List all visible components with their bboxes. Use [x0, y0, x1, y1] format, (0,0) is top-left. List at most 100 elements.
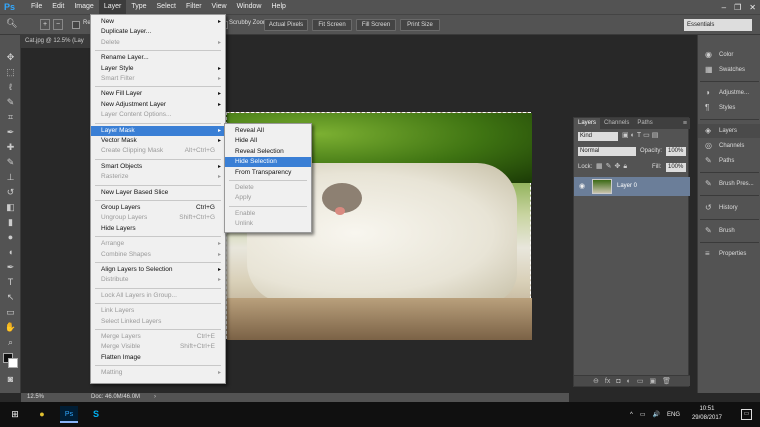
menu-layer[interactable]: Layer: [98, 0, 127, 14]
pen-tool-icon[interactable]: ✒: [4, 261, 17, 273]
background-color-swatch[interactable]: [8, 358, 18, 368]
layer-name[interactable]: Layer 0: [617, 177, 637, 196]
tab-channels[interactable]: Channels: [600, 118, 633, 129]
opacity-input[interactable]: 100%: [666, 147, 686, 156]
add-mask-icon[interactable]: ◘: [616, 376, 620, 386]
zoom-tool-side-icon[interactable]: ⌕: [4, 336, 17, 348]
actual-pixels-button[interactable]: Actual Pixels: [264, 19, 308, 31]
submenu-item-hide-selection[interactable]: Hide Selection: [225, 157, 311, 168]
workspace-select[interactable]: Essentials: [684, 19, 752, 31]
menu-item-align-layers-to-selection[interactable]: Align Layers to Selection ▸: [91, 265, 225, 275]
dock-brush[interactable]: ✎ Brush: [698, 224, 760, 238]
fill-input[interactable]: 100%: [666, 163, 686, 172]
close-icon[interactable]: ✕: [749, 3, 756, 12]
menu-item-new-layer-based-slice[interactable]: New Layer Based Slice: [91, 188, 225, 198]
resize-windows-checkbox[interactable]: [72, 21, 80, 29]
submenu-item-reveal-all[interactable]: Reveal All: [225, 126, 311, 136]
fill-screen-button[interactable]: Fill Screen: [356, 19, 396, 31]
menu-item-rename-layer[interactable]: Rename Layer...: [91, 53, 225, 63]
adjustment-layer-icon[interactable]: ◐: [627, 376, 631, 386]
dock-properties[interactable]: ≡ Properties: [698, 247, 760, 261]
tab-layers[interactable]: Layers: [574, 118, 601, 129]
dock-layers[interactable]: ◈ Layers: [698, 124, 760, 138]
trash-icon[interactable]: 🗑: [662, 376, 671, 386]
menu-item-group-layers[interactable]: Group Layers Ctrl+G: [91, 203, 225, 213]
filter-icons[interactable]: ▣◐T▭▤: [622, 131, 660, 139]
windows-start-icon[interactable]: ⊞: [6, 406, 24, 423]
marquee-tool-icon[interactable]: ⬚: [4, 66, 17, 78]
menu-type[interactable]: Type: [126, 0, 151, 14]
healing-tool-icon[interactable]: ✚: [4, 141, 17, 153]
restore-icon[interactable]: ❐: [734, 3, 741, 12]
zoom-out-icon[interactable]: −: [53, 19, 63, 30]
blend-mode-select[interactable]: Normal: [578, 147, 636, 156]
menu-file[interactable]: File: [26, 0, 47, 14]
path-select-tool-icon[interactable]: ↖: [4, 291, 17, 303]
menu-help[interactable]: Help: [267, 0, 291, 14]
tray-chevron-icon[interactable]: ^: [630, 412, 633, 418]
menu-edit[interactable]: Edit: [47, 0, 69, 14]
menu-item-new[interactable]: New ▸: [91, 17, 225, 27]
menu-item-flatten-image[interactable]: Flatten Image: [91, 353, 225, 363]
layer-row[interactable]: ◉ Layer 0: [574, 177, 690, 196]
dock-paths[interactable]: ✎ Paths: [698, 154, 760, 168]
notification-icon[interactable]: ▭: [741, 409, 752, 420]
language-indicator[interactable]: ENG: [667, 412, 680, 418]
menu-filter[interactable]: Filter: [181, 0, 207, 14]
shape-tool-icon[interactable]: ▭: [4, 306, 17, 318]
type-tool-icon[interactable]: T: [4, 276, 17, 288]
skype-icon[interactable]: S: [87, 406, 105, 423]
dock-styles[interactable]: ¶ Styles: [698, 101, 760, 115]
quick-mask-icon[interactable]: ◙: [4, 373, 17, 385]
brush-tool-icon[interactable]: ✎: [4, 156, 17, 168]
dock-adjustments[interactable]: ◑ Adjustme...: [698, 86, 760, 100]
document-tab[interactable]: Cat.jpg @ 12.5% (Lay: [21, 35, 91, 48]
clone-stamp-tool-icon[interactable]: ⊥: [4, 171, 17, 183]
network-icon[interactable]: ▭: [640, 411, 646, 418]
menu-item-new-fill-layer[interactable]: New Fill Layer ▸: [91, 89, 225, 99]
hand-tool-icon[interactable]: ✋: [4, 321, 17, 333]
zoom-tool-icon[interactable]: 🔍︎: [6, 18, 17, 29]
photoshop-taskbar-icon[interactable]: Ps: [60, 406, 78, 423]
menu-view[interactable]: View: [207, 0, 232, 14]
link-layers-icon[interactable]: ⊖: [593, 376, 599, 386]
menu-item-layer-mask[interactable]: Layer Mask ▸: [91, 125, 225, 136]
submenu-item-reveal-selection[interactable]: Reveal Selection: [225, 147, 311, 157]
dock-history[interactable]: ↺ History: [698, 201, 760, 215]
menu-item-layer-style[interactable]: Layer Style ▸: [91, 64, 225, 74]
volume-icon[interactable]: 🔊: [653, 411, 660, 418]
minimize-icon[interactable]: –: [722, 3, 726, 12]
dodge-tool-icon[interactable]: ◖: [4, 246, 17, 258]
submenu-item-from-transparency[interactable]: From Transparency: [225, 168, 311, 178]
dock-color[interactable]: ◉ Color: [698, 48, 760, 62]
kind-filter-select[interactable]: Kind: [578, 132, 618, 141]
fx-icon[interactable]: fx: [605, 376, 610, 386]
gradient-tool-icon[interactable]: ▮: [4, 216, 17, 228]
menu-item-smart-objects[interactable]: Smart Objects ▸: [91, 162, 225, 172]
status-arrow-icon[interactable]: ›: [154, 393, 156, 402]
menu-item-duplicate-layer[interactable]: Duplicate Layer...: [91, 27, 225, 37]
dock-channels[interactable]: ◎ Channels: [698, 139, 760, 153]
zoom-level[interactable]: 12.5%: [27, 393, 44, 402]
menu-window[interactable]: Window: [232, 0, 267, 14]
eraser-tool-icon[interactable]: ◧: [4, 201, 17, 213]
lasso-tool-icon[interactable]: ℓ: [4, 81, 17, 93]
clock[interactable]: 10:51 29/08/2017: [692, 405, 722, 423]
print-size-button[interactable]: Print Size: [400, 19, 440, 31]
new-group-icon[interactable]: ▭: [637, 376, 644, 386]
blur-tool-icon[interactable]: ●: [4, 231, 17, 243]
menu-image[interactable]: Image: [69, 0, 98, 14]
eyedropper-tool-icon[interactable]: ✒: [4, 126, 17, 138]
lock-icons[interactable]: ▦✎✥🔒︎: [596, 162, 630, 171]
chrome-icon[interactable]: ●: [33, 406, 51, 423]
submenu-item-hide-all[interactable]: Hide All: [225, 136, 311, 146]
history-brush-tool-icon[interactable]: ↺: [4, 186, 17, 198]
new-layer-icon[interactable]: ▣: [649, 376, 656, 386]
zoom-in-icon[interactable]: +: [40, 19, 50, 30]
menu-item-hide-layers[interactable]: Hide Layers: [91, 224, 225, 234]
panel-menu-icon[interactable]: ≡: [683, 118, 690, 129]
menu-item-vector-mask[interactable]: Vector Mask ▸: [91, 136, 225, 146]
menu-item-new-adjustment-layer[interactable]: New Adjustment Layer ▸: [91, 100, 225, 110]
crop-tool-icon[interactable]: ⌗: [4, 111, 17, 123]
tab-paths[interactable]: Paths: [633, 118, 656, 129]
